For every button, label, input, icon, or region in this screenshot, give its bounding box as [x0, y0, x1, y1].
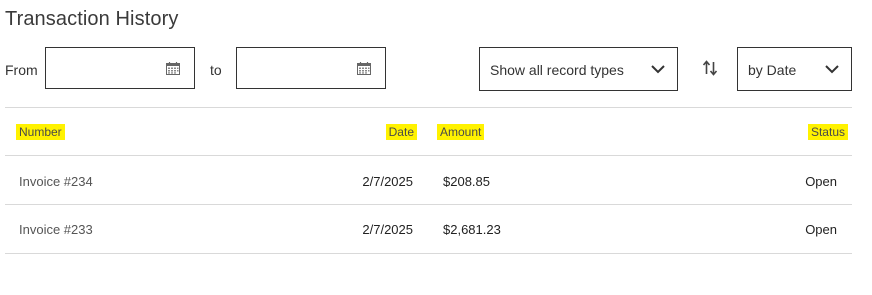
row-status-cell: Open — [805, 174, 837, 189]
from-label: From — [5, 62, 38, 78]
row-date-cell: 2/7/2025 — [362, 174, 413, 189]
row-amount-cell: $2,681.23 — [443, 222, 501, 237]
from-date-input[interactable] — [52, 48, 166, 88]
record-type-select[interactable]: Show all record types — [479, 47, 678, 91]
chevron-down-icon — [825, 65, 839, 74]
to-date-input[interactable] — [243, 48, 357, 88]
calendar-icon[interactable] — [357, 62, 371, 75]
row-date-cell: 2/7/2025 — [362, 222, 413, 237]
transaction-history-page: Transaction History From to Show all rec… — [0, 0, 872, 295]
sort-direction-icon[interactable] — [702, 60, 718, 76]
record-type-selected-value: Show all record types — [490, 62, 624, 78]
to-date-field[interactable] — [236, 47, 386, 89]
to-label: to — [210, 62, 222, 78]
row-amount-cell: $208.85 — [443, 174, 490, 189]
row-number-cell[interactable]: Invoice #234 — [19, 174, 93, 189]
row-status-cell: Open — [805, 222, 837, 237]
from-date-field[interactable] — [45, 47, 195, 89]
header-divider — [5, 155, 852, 156]
column-header-status[interactable]: Status — [807, 124, 848, 140]
column-header-date[interactable]: Date — [385, 124, 417, 140]
column-header-number[interactable]: Number — [16, 124, 65, 140]
page-title: Transaction History — [5, 8, 179, 30]
calendar-icon[interactable] — [166, 62, 180, 75]
column-header-amount[interactable]: Amount — [437, 124, 485, 140]
table-bottom-divider — [5, 253, 852, 254]
sort-by-select[interactable]: by Date — [737, 47, 852, 91]
row-number-cell[interactable]: Invoice #233 — [19, 222, 93, 237]
chevron-down-icon — [651, 65, 665, 74]
sort-by-selected-value: by Date — [748, 62, 797, 78]
row-divider — [5, 204, 852, 205]
table-top-divider — [5, 107, 852, 108]
